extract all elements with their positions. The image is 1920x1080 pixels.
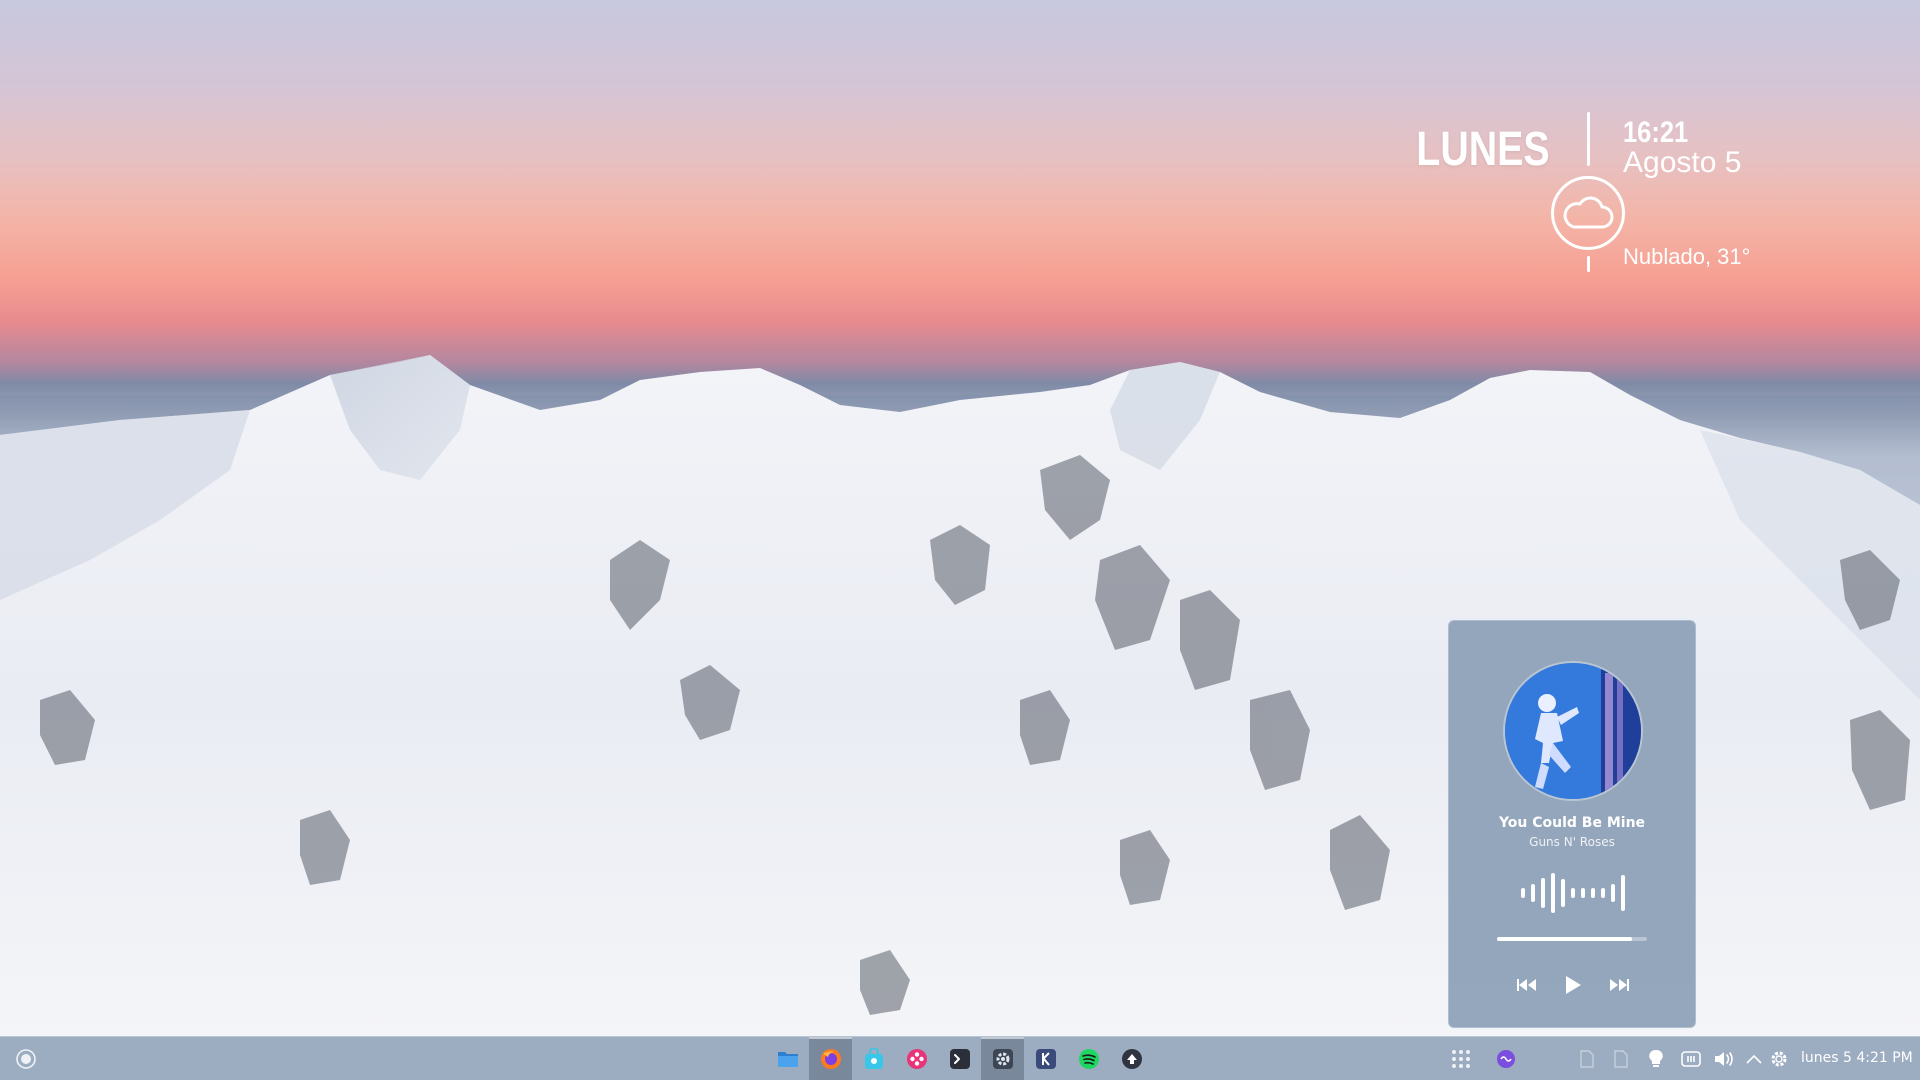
- terminal-icon: [949, 1049, 970, 1069]
- task-kate[interactable]: [1024, 1037, 1067, 1080]
- clipboard-button[interactable]: [1576, 1048, 1598, 1070]
- clock-time: 16:21: [1623, 116, 1689, 149]
- play-icon: [1566, 976, 1581, 994]
- task-flower-app[interactable]: [895, 1037, 938, 1080]
- chevron-up-icon: [1746, 1054, 1762, 1064]
- task-settings[interactable]: [981, 1037, 1024, 1080]
- volume-button[interactable]: [1714, 1048, 1736, 1070]
- playback-progress-fill: [1497, 937, 1632, 941]
- play-button[interactable]: [1557, 969, 1589, 1001]
- album-cover-image: [1505, 663, 1641, 799]
- spotify-icon: [1078, 1049, 1099, 1069]
- weather-condition: Nublado, 31°: [1623, 244, 1751, 269]
- task-store[interactable]: [852, 1037, 895, 1080]
- album-art: [1503, 661, 1643, 801]
- previous-icon: [1517, 979, 1536, 991]
- taskbar: lunes 5 4:21 PM: [0, 1036, 1920, 1080]
- tray-app-button[interactable]: [1495, 1048, 1517, 1070]
- firefox-icon: [820, 1049, 841, 1069]
- app-grid-button[interactable]: [1450, 1048, 1472, 1070]
- document-icon: [1614, 1050, 1628, 1068]
- track-artist: Guns N' Roses: [1529, 835, 1615, 849]
- clock-divider: [1587, 112, 1590, 166]
- tray-expand-button[interactable]: [1743, 1048, 1765, 1070]
- weather-stem: [1587, 256, 1590, 272]
- day-name: LUNES: [1416, 123, 1550, 176]
- app-grid-icon: [1452, 1050, 1470, 1068]
- folder-icon: [777, 1052, 798, 1067]
- system-settings-button[interactable]: [1768, 1048, 1790, 1070]
- task-spotify[interactable]: [1067, 1037, 1110, 1080]
- media-controls: [1449, 969, 1695, 1001]
- storage-button[interactable]: [1680, 1048, 1702, 1070]
- next-icon: [1610, 979, 1629, 991]
- store-bag-icon: [864, 1048, 883, 1069]
- audio-visualizer: [1521, 873, 1625, 913]
- task-firefox[interactable]: [809, 1037, 852, 1080]
- task-files[interactable]: [766, 1037, 809, 1080]
- storage-icon: [1681, 1051, 1701, 1067]
- cloud-icon: [1563, 196, 1614, 229]
- media-player-widget: You Could Be Mine Guns N' Roses: [1448, 620, 1696, 1028]
- kate-icon: [1035, 1049, 1056, 1069]
- night-light-button[interactable]: [1645, 1048, 1667, 1070]
- tray-app-icon: [1497, 1050, 1515, 1068]
- app-icon: [1121, 1049, 1142, 1069]
- lightbulb-icon: [1649, 1049, 1663, 1067]
- gear-icon: [1771, 1051, 1787, 1067]
- playback-progress-bar[interactable]: [1497, 937, 1647, 941]
- task-manager: [766, 1037, 1153, 1080]
- previous-button[interactable]: [1511, 969, 1543, 1001]
- volume-icon: [1715, 1052, 1733, 1066]
- task-terminal[interactable]: [938, 1037, 981, 1080]
- track-title: You Could Be Mine: [1498, 815, 1646, 831]
- system-tray: lunes 5 4:21 PM: [1450, 1037, 1920, 1080]
- notes-button[interactable]: [1610, 1048, 1632, 1070]
- task-app[interactable]: [1110, 1037, 1153, 1080]
- document-icon: [1580, 1050, 1594, 1068]
- taskbar-clock[interactable]: lunes 5 4:21 PM: [1801, 1050, 1913, 1066]
- next-button[interactable]: [1603, 969, 1635, 1001]
- app-launcher-icon: [16, 1049, 36, 1069]
- gear-icon: [992, 1049, 1013, 1069]
- flower-icon: [906, 1049, 927, 1069]
- clock-weather-widget: LUNES 16:21 Agosto 5 Nublado, 31°: [1416, 108, 1760, 278]
- clock-date: Agosto 5: [1623, 146, 1742, 179]
- weather-badge: [1551, 176, 1625, 250]
- app-launcher-button[interactable]: [12, 1047, 40, 1071]
